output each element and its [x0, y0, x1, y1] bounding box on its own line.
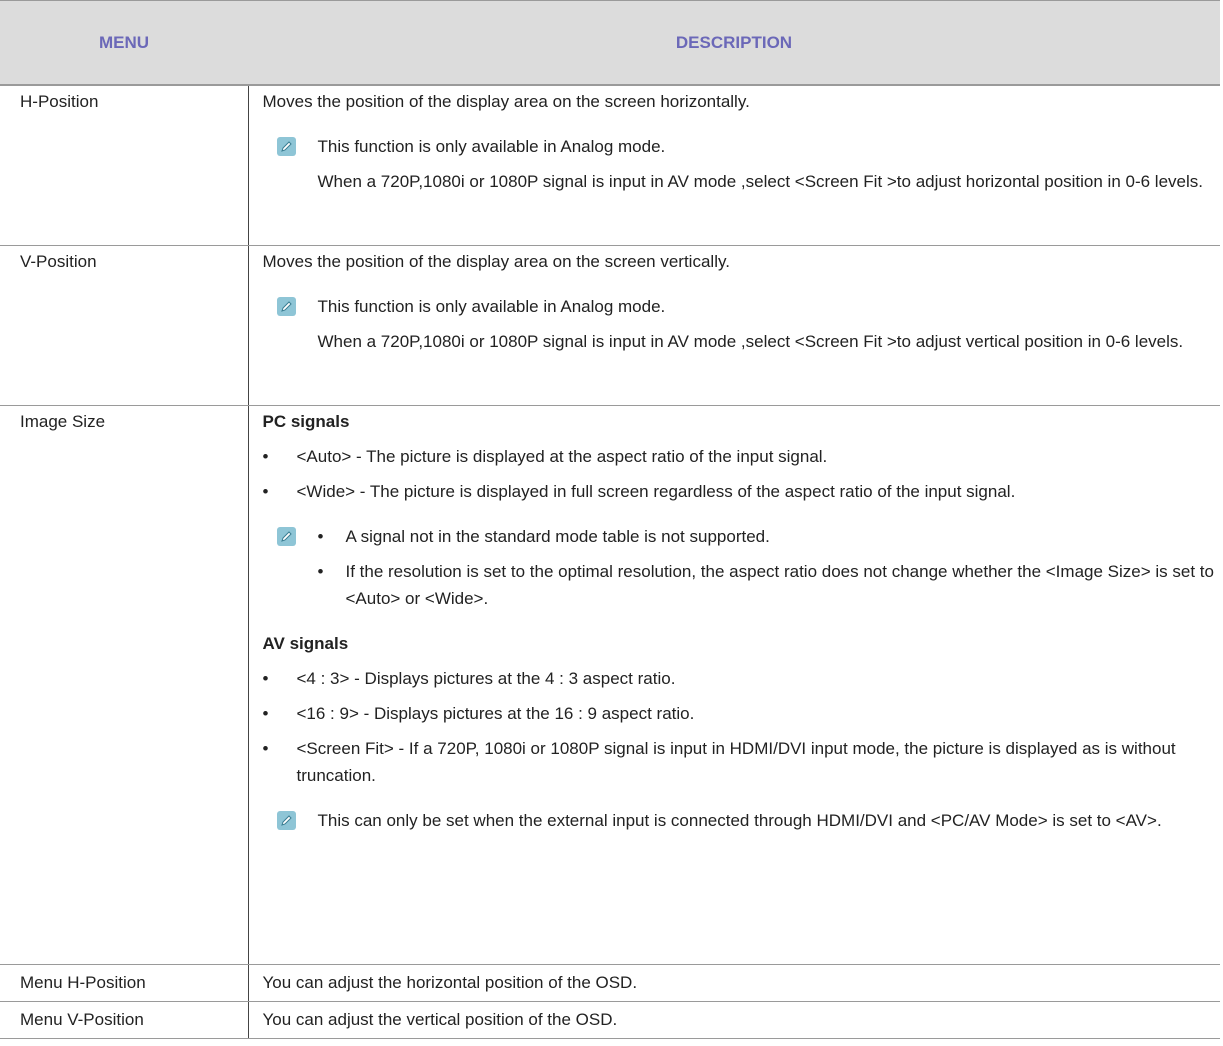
- note-block: This can only be set when the external i…: [263, 807, 1215, 834]
- description-cell: You can adjust the horizontal position o…: [248, 964, 1220, 1002]
- description-text: Moves the position of the display area o…: [262, 251, 730, 271]
- menu-cell-v-position: V-Position: [0, 245, 249, 406]
- note-text: This can only be set when the external i…: [317, 810, 1162, 830]
- note-block: This function is only available in Analo…: [263, 293, 1215, 355]
- list-item: <16 : 9> - Displays pictures at the 16 :…: [263, 700, 1215, 727]
- note-pencil-icon: [276, 810, 296, 830]
- note-block: A signal not in the standard mode table …: [263, 523, 1215, 612]
- description-cell: You can adjust the vertical position of …: [248, 1001, 1220, 1039]
- pc-signals-heading: PC signals: [262, 411, 350, 431]
- table-row: H-Position Moves the position of the dis…: [0, 85, 1220, 246]
- menu-cell-menu-h-position: Menu H-Position: [0, 964, 249, 1002]
- menu-cell-h-position: H-Position: [0, 85, 249, 246]
- table-row: Menu V-Position You can adjust the verti…: [0, 1001, 1220, 1039]
- list-item: <Screen Fit> - If a 720P, 1080i or 1080P…: [263, 735, 1215, 789]
- note-text: This function is only available in Analo…: [317, 296, 666, 316]
- menu-table: MENU DESCRIPTION H-Position Moves the po…: [0, 0, 1220, 1039]
- menu-cell-image-size: Image Size: [0, 405, 249, 965]
- note-text: When a 720P,1080i or 1080P signal is inp…: [317, 172, 1204, 191]
- list-item: <Wide> - The picture is displayed in ful…: [263, 478, 1215, 505]
- description-cell: Moves the position of the display area o…: [248, 85, 1220, 246]
- note-pencil-icon: [276, 137, 296, 156]
- table-row: Menu H-Position You can adjust the horiz…: [0, 964, 1220, 1002]
- table-header-row: MENU DESCRIPTION: [0, 0, 1220, 86]
- menu-column-header: MENU: [0, 0, 248, 86]
- list-item: <4 : 3> - Displays pictures at the 4 : 3…: [263, 665, 1215, 692]
- table-row: Image Size PC signals <Auto> - The pictu…: [0, 405, 1220, 965]
- note-pencil-icon: [276, 296, 296, 316]
- note-list-item: If the resolution is set to the optimal …: [318, 558, 1215, 612]
- note-pencil-icon: [276, 526, 296, 546]
- description-cell: Moves the position of the display area o…: [248, 245, 1220, 406]
- description-column-header: DESCRIPTION: [248, 0, 1220, 86]
- note-list-item: A signal not in the standard mode table …: [318, 523, 1215, 550]
- description-cell: PC signals <Auto> - The picture is displ…: [248, 405, 1220, 965]
- table-row: V-Position Moves the position of the dis…: [0, 245, 1220, 406]
- note-block: This function is only available in Analo…: [263, 133, 1215, 195]
- note-text: When a 720P,1080i or 1080P signal is inp…: [317, 331, 1184, 351]
- list-item: <Auto> - The picture is displayed at the…: [263, 443, 1215, 470]
- av-signals-heading: AV signals: [262, 633, 349, 653]
- menu-cell-menu-v-position: Menu V-Position: [0, 1001, 249, 1039]
- description-text: Moves the position of the display area o…: [262, 92, 750, 111]
- note-text: This function is only available in Analo…: [317, 137, 666, 156]
